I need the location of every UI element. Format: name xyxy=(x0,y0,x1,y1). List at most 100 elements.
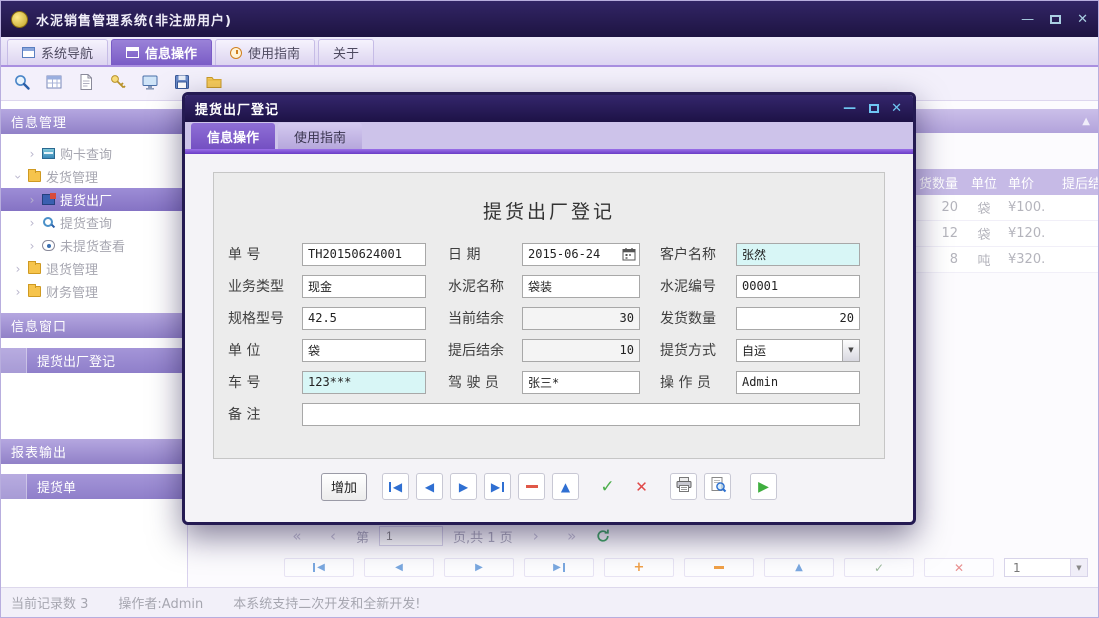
page-prev-button[interactable]: ‹ xyxy=(320,527,346,545)
toolbar-document-button[interactable] xyxy=(73,71,98,96)
input-cement-no[interactable] xyxy=(736,275,860,298)
date-field xyxy=(522,243,640,266)
add-button[interactable]: 增加 xyxy=(321,473,367,501)
input-spec[interactable] xyxy=(302,307,426,330)
sidebar-section-info-mgmt[interactable]: 信息管理 xyxy=(1,109,187,134)
input-driver[interactable] xyxy=(522,371,640,394)
tab-label: 信息操作 xyxy=(207,127,259,146)
dialog-body: 提货出厂登记 单 号 日 期 客户名称 业务类型 xyxy=(185,154,913,522)
rec-prev-button[interactable]: ◀ xyxy=(364,558,434,577)
cancel-button[interactable]: ✕ xyxy=(628,473,655,500)
confirm-button[interactable]: ✓ xyxy=(594,473,621,500)
app-logo-icon xyxy=(11,11,28,28)
menu-tab-system-nav[interactable]: 系统导航 xyxy=(7,39,108,65)
sidebar-item-return-mgmt[interactable]: › 退货管理 xyxy=(1,257,187,280)
toolbar-table-button[interactable] xyxy=(41,71,66,96)
delete-button[interactable] xyxy=(518,473,545,500)
rec-last-button[interactable]: ▶ xyxy=(524,558,594,577)
input-cement-name[interactable] xyxy=(522,275,640,298)
sidebar-item-unpicked-view[interactable]: › 未提货查看 xyxy=(1,234,187,257)
label-date: 日 期 xyxy=(448,244,522,264)
nav-next-icon: ▶ xyxy=(475,563,483,573)
minimize-icon[interactable]: — xyxy=(1021,13,1034,26)
titlebar: 水泥销售管理系统(非注册用户) — ✕ xyxy=(1,1,1098,37)
cross-icon: ✕ xyxy=(635,478,648,496)
page-prefix-label: 第 xyxy=(356,527,369,546)
print-button[interactable] xyxy=(670,473,697,500)
chevron-right-icon: › xyxy=(13,262,23,276)
cross-icon: ✕ xyxy=(954,562,964,574)
cell-unit: 吨 xyxy=(962,250,1006,269)
menu-tab-label: 使用指南 xyxy=(248,43,300,62)
page-input[interactable] xyxy=(379,526,443,546)
refresh-button[interactable] xyxy=(595,527,613,545)
edit-button[interactable]: ▲ xyxy=(552,473,579,500)
key-icon xyxy=(109,73,127,95)
input-operator[interactable] xyxy=(736,371,860,394)
close-icon[interactable]: ✕ xyxy=(1077,13,1088,26)
toolbar-monitor-button[interactable] xyxy=(137,71,162,96)
sidebar-tree: › 购卡查询 › 发货管理 › 提货出厂 › 提货查询 xyxy=(1,134,187,313)
input-truck-no[interactable] xyxy=(302,371,426,394)
menu-tab-about[interactable]: 关于 xyxy=(318,39,374,65)
input-balance-now[interactable] xyxy=(522,307,640,330)
rec-edit-button[interactable]: ▲ xyxy=(764,558,834,577)
page-first-button[interactable]: « xyxy=(284,527,310,545)
nav-next-button[interactable]: ▶ xyxy=(450,473,477,500)
sidebar-item-pickup-query[interactable]: › 提货查询 xyxy=(1,211,187,234)
nav-prev-icon: ◀ xyxy=(425,481,434,493)
input-ship-qty[interactable] xyxy=(736,307,860,330)
chevron-down-icon[interactable]: ▼ xyxy=(842,340,859,361)
bar-icon xyxy=(502,482,504,492)
rec-cancel-button[interactable]: ✕ xyxy=(924,558,994,577)
nav-first-button[interactable]: ◀ xyxy=(382,473,409,500)
rec-first-button[interactable]: ◀ xyxy=(284,558,354,577)
dialog-tab-guide[interactable]: 使用指南 xyxy=(278,123,362,149)
sidebar-section-info-window[interactable]: 信息窗口 xyxy=(1,313,187,338)
sidebar-item-finance-mgmt[interactable]: › 财务管理 xyxy=(1,280,187,303)
menu-tab-guide[interactable]: 使用指南 xyxy=(215,39,315,65)
sidebar-item-card-query[interactable]: › 购卡查询 xyxy=(1,142,187,165)
input-balance-after[interactable] xyxy=(522,339,640,362)
nav-prev-icon: ◀ xyxy=(395,563,403,573)
nav-last-button[interactable]: ▶ xyxy=(484,473,511,500)
side-item-label: 提货单 xyxy=(37,477,76,496)
rec-delete-button[interactable] xyxy=(684,558,754,577)
maximize-icon[interactable] xyxy=(869,104,879,113)
dialog-footer: 增加 ◀ ◀ ▶ ▶ ▲ ✓ ✕ ▶ xyxy=(213,459,885,522)
label-driver: 驾 驶 员 xyxy=(448,372,522,392)
chevron-right-icon: › xyxy=(27,193,37,207)
bar-icon xyxy=(563,563,565,572)
sidebar-item-pickup-slip[interactable]: 提货单 xyxy=(1,474,187,499)
input-order-no[interactable] xyxy=(302,243,426,266)
maximize-icon[interactable] xyxy=(1050,15,1061,24)
tree-item-label: 未提货查看 xyxy=(60,236,125,255)
menu-tab-info-ops[interactable]: 信息操作 xyxy=(111,39,212,65)
rec-post-button[interactable]: ✓ xyxy=(844,558,914,577)
nav-prev-button[interactable]: ◀ xyxy=(416,473,443,500)
sidebar-section-report-output[interactable]: 报表输出 xyxy=(1,439,187,464)
input-customer[interactable] xyxy=(736,243,860,266)
page-next-button[interactable]: › xyxy=(523,527,549,545)
rec-count-select[interactable]: 1 ▼ xyxy=(1004,558,1088,577)
run-button[interactable]: ▶ xyxy=(750,473,777,500)
calendar-button[interactable] xyxy=(620,245,638,264)
input-unit[interactable] xyxy=(302,339,426,362)
page-last-button[interactable]: » xyxy=(559,527,585,545)
triangle-up-icon: ▲ xyxy=(795,563,803,573)
close-icon[interactable]: ✕ xyxy=(891,102,903,115)
sidebar-item-pickup-exit-register[interactable]: 提货出厂登记 xyxy=(1,348,187,373)
input-remark[interactable] xyxy=(302,403,860,426)
input-biz-type[interactable] xyxy=(302,275,426,298)
minimize-icon[interactable]: — xyxy=(843,102,857,115)
rec-append-button[interactable]: + xyxy=(604,558,674,577)
dialog-tab-info-ops[interactable]: 信息操作 xyxy=(191,123,275,149)
toolbar-key-button[interactable] xyxy=(105,71,130,96)
rec-next-button[interactable]: ▶ xyxy=(444,558,514,577)
preview-button[interactable] xyxy=(704,473,731,500)
sidebar-item-pickup-exit[interactable]: › 提货出厂 xyxy=(1,188,187,211)
sidebar-item-delivery-mgmt[interactable]: › 发货管理 xyxy=(1,165,187,188)
pickup-mode-select[interactable]: ▼ xyxy=(736,339,860,362)
table-icon xyxy=(45,73,63,95)
toolbar-search-button[interactable] xyxy=(9,71,34,96)
